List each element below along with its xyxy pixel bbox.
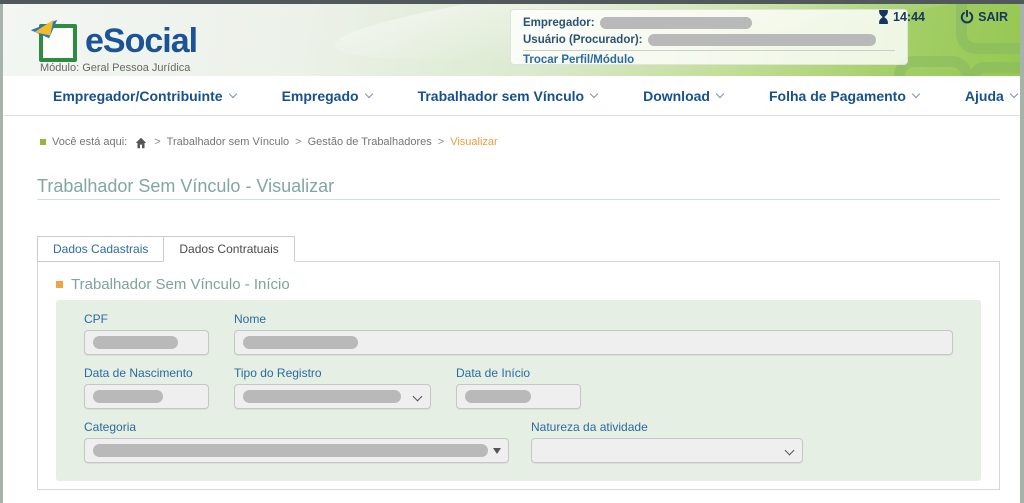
header-decor-shape xyxy=(970,62,1020,76)
cpf-label: CPF xyxy=(84,312,108,326)
info-divider xyxy=(523,50,895,51)
breadcrumb-item[interactable]: Trabalhador sem Vínculo xyxy=(167,136,290,148)
nav-item-label: Empregador/Contribuinte xyxy=(53,88,223,104)
tab-dados-contratuais[interactable]: Dados Contratuais xyxy=(163,236,294,262)
nav-item-label: Empregado xyxy=(282,88,359,104)
user-label: Usuário (Procurador): xyxy=(523,34,643,46)
form-area: CPF Nome Data de Nascimento Tipo do Regi… xyxy=(56,300,981,481)
chevron-down-icon xyxy=(912,90,920,98)
employer-label: Empregador: xyxy=(523,17,595,29)
breadcrumb-current: Visualizar xyxy=(450,136,498,148)
chevron-down-icon xyxy=(590,90,598,98)
breadcrumb-prefix: Você está aqui: xyxy=(52,136,127,148)
square-bullet-icon xyxy=(40,139,46,145)
chevron-down-icon xyxy=(716,90,724,98)
natureza-atividade-select[interactable] xyxy=(531,438,803,463)
hourglass-icon xyxy=(878,10,889,24)
breadcrumb-separator: > xyxy=(295,136,301,148)
chevron-down-icon xyxy=(413,392,423,402)
window-right-edge xyxy=(1020,4,1024,503)
session-time: 14:44 xyxy=(893,10,925,24)
page-title: Trabalhador Sem Vínculo - Visualizar xyxy=(37,176,334,197)
chevron-down-icon xyxy=(785,446,795,456)
esocial-logo: eSocial xyxy=(39,16,197,66)
nav-trabalhador-sem-vinculo[interactable]: Trabalhador sem Vínculo xyxy=(418,88,598,104)
data-nascimento-redacted-value xyxy=(93,390,163,403)
switch-profile-link[interactable]: Trocar Perfil/Módulo xyxy=(523,54,895,66)
brand-title: eSocial xyxy=(85,16,197,66)
nome-label: Nome xyxy=(234,312,266,326)
breadcrumb-separator: > xyxy=(438,136,444,148)
data-inicio-label: Data de Início xyxy=(456,366,530,380)
cpf-field[interactable] xyxy=(84,330,209,355)
data-nascimento-field[interactable] xyxy=(84,384,209,409)
chevron-down-icon xyxy=(228,90,236,98)
title-divider xyxy=(37,199,1000,200)
nav-folha-de-pagamento[interactable]: Folha de Pagamento xyxy=(769,88,919,104)
tipo-registro-select[interactable] xyxy=(234,384,431,409)
user-redacted-value xyxy=(648,34,876,46)
home-icon[interactable] xyxy=(135,137,147,149)
logout-label: SAIR xyxy=(978,10,1008,24)
session-info-box: Empregador: Usuário (Procurador): Trocar… xyxy=(510,9,908,65)
categoria-select[interactable] xyxy=(84,438,509,463)
data-nascimento-label: Data de Nascimento xyxy=(84,366,193,380)
data-inicio-field[interactable] xyxy=(456,384,581,409)
session-timer: 14:44 xyxy=(878,10,925,24)
section-title: Trabalhador Sem Vínculo - Início xyxy=(71,276,290,293)
window-top-edge xyxy=(0,0,1024,4)
tab-bar: Dados Cadastrais Dados Contratuais xyxy=(37,236,295,262)
categoria-redacted-value xyxy=(93,444,488,457)
breadcrumb-item[interactable]: Gestão de Trabalhadores xyxy=(308,136,432,148)
nav-download[interactable]: Download xyxy=(643,88,723,104)
nav-item-label: Download xyxy=(643,88,710,104)
tipo-registro-label: Tipo do Registro xyxy=(234,366,322,380)
dropdown-arrow-icon xyxy=(493,448,501,454)
tipo-registro-redacted-value xyxy=(243,390,401,403)
data-inicio-redacted-value xyxy=(465,390,531,403)
nav-item-label: Ajuda xyxy=(965,88,1004,104)
esocial-logo-icon xyxy=(39,24,77,62)
square-bullet-icon xyxy=(56,281,63,288)
nav-empregador-contribuinte[interactable]: Empregador/Contribuinte xyxy=(53,88,236,104)
nav-item-label: Trabalhador sem Vínculo xyxy=(418,88,585,104)
cpf-redacted-value xyxy=(93,336,178,349)
section-header: Trabalhador Sem Vínculo - Início xyxy=(56,276,290,293)
nome-redacted-value xyxy=(243,336,358,349)
power-icon xyxy=(960,10,974,24)
tab-content-panel: Trabalhador Sem Vínculo - Início CPF Nom… xyxy=(37,261,1000,490)
window-left-edge xyxy=(0,4,3,503)
nav-item-label: Folha de Pagamento xyxy=(769,88,906,104)
tab-dados-cadastrais[interactable]: Dados Cadastrais xyxy=(37,236,164,262)
nav-empregado[interactable]: Empregado xyxy=(282,88,372,104)
employer-redacted-value xyxy=(600,17,752,29)
module-label: Módulo: Geral Pessoa Jurídica xyxy=(40,62,190,74)
categoria-label: Categoria xyxy=(84,420,136,434)
main-nav: Empregador/Contribuinte Empregado Trabal… xyxy=(3,76,1020,116)
nome-field[interactable] xyxy=(234,330,953,355)
breadcrumb: Você está aqui: > Trabalhador sem Víncul… xyxy=(40,136,498,148)
app-header: eSocial Módulo: Geral Pessoa Jurídica Em… xyxy=(3,4,1020,76)
logo-fold-yellow xyxy=(35,17,54,36)
chevron-down-icon xyxy=(1010,90,1018,98)
logout-button[interactable]: SAIR xyxy=(960,10,1008,24)
breadcrumb-separator: > xyxy=(154,136,160,148)
nav-ajuda[interactable]: Ajuda xyxy=(965,88,1017,104)
chevron-down-icon xyxy=(364,90,372,98)
natureza-atividade-label: Natureza da atividade xyxy=(531,420,648,434)
